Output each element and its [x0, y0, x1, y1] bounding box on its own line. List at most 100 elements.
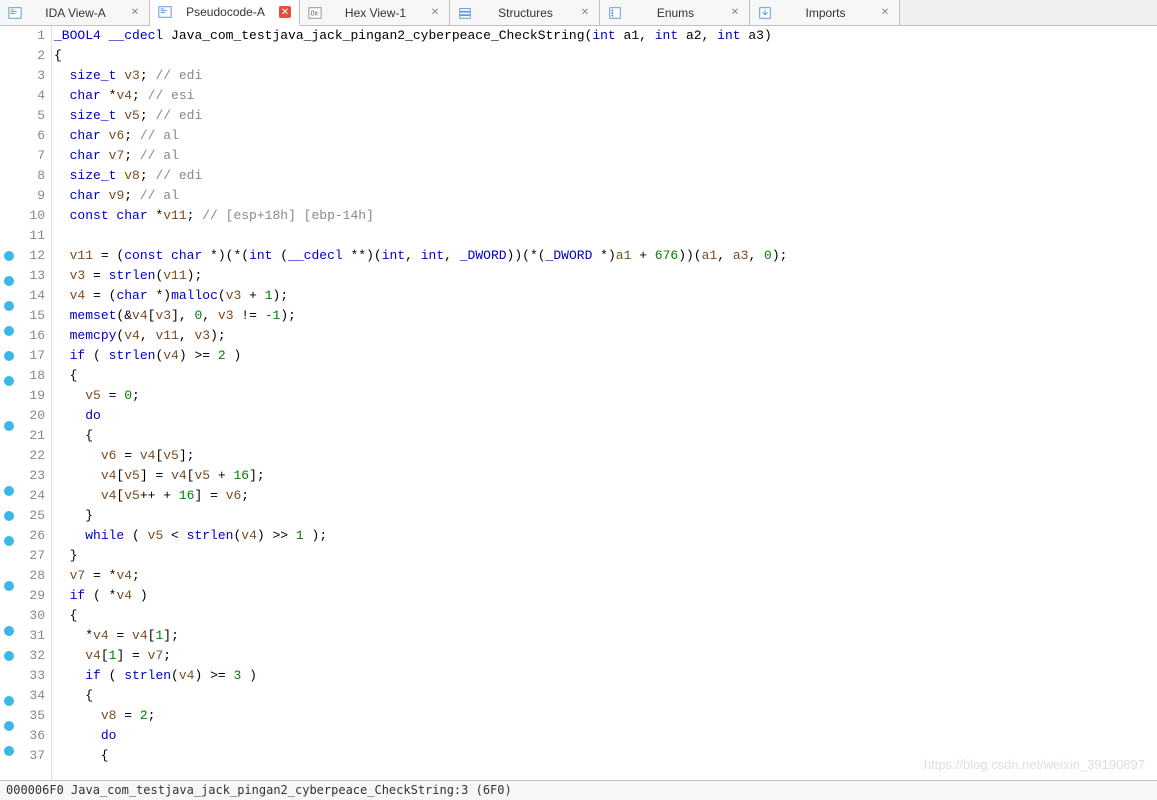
code-line[interactable]: v3 = strlen(v11); [54, 266, 1157, 286]
code-line[interactable]: char v6; // al [54, 126, 1157, 146]
tab-pseudocode-a[interactable]: Pseudocode-A✕ [150, 0, 300, 26]
code-line[interactable]: memcpy(v4, v11, v3); [54, 326, 1157, 346]
breakpoint-slot[interactable] [0, 46, 18, 66]
breakpoint-column[interactable] [0, 26, 18, 780]
code-line[interactable]: if ( strlen(v4) >= 3 ) [54, 666, 1157, 686]
breakpoint-slot[interactable] [0, 66, 18, 86]
code-line[interactable]: v8 = 2; [54, 706, 1157, 726]
tab-structures[interactable]: Structures✕ [450, 0, 600, 25]
code-line[interactable]: { [54, 46, 1157, 66]
code-area[interactable]: _BOOL4 __cdecl Java_com_testjava_jack_pi… [52, 26, 1157, 780]
breakpoint-dot-icon[interactable] [4, 511, 14, 521]
breakpoint-slot[interactable] [0, 396, 18, 416]
breakpoint-dot-icon[interactable] [4, 721, 14, 731]
breakpoint-slot[interactable] [0, 376, 18, 396]
breakpoint-slot[interactable] [0, 251, 18, 271]
breakpoint-slot[interactable] [0, 746, 18, 766]
code-line[interactable]: char *v4; // esi [54, 86, 1157, 106]
tab-hex-view-1[interactable]: 0xHex View-1✕ [300, 0, 450, 25]
breakpoint-slot[interactable] [0, 626, 18, 646]
breakpoint-slot[interactable] [0, 206, 18, 226]
breakpoint-slot[interactable] [0, 696, 18, 716]
code-line[interactable]: { [54, 426, 1157, 446]
code-line[interactable]: const char *v11; // [esp+18h] [ebp-14h] [54, 206, 1157, 226]
breakpoint-dot-icon[interactable] [4, 486, 14, 496]
breakpoint-dot-icon[interactable] [4, 301, 14, 311]
breakpoint-slot[interactable] [0, 301, 18, 321]
code-line[interactable] [54, 226, 1157, 246]
close-icon[interactable]: ✕ [429, 7, 441, 19]
close-icon[interactable]: ✕ [729, 7, 741, 19]
code-line[interactable]: { [54, 746, 1157, 766]
breakpoint-dot-icon[interactable] [4, 276, 14, 286]
code-line[interactable]: while ( v5 < strlen(v4) >> 1 ); [54, 526, 1157, 546]
breakpoint-slot[interactable] [0, 351, 18, 371]
code-line[interactable]: memset(&v4[v3], 0, v3 != -1); [54, 306, 1157, 326]
code-line[interactable]: v5 = 0; [54, 386, 1157, 406]
breakpoint-slot[interactable] [0, 86, 18, 106]
tab-enums[interactable]: Enums✕ [600, 0, 750, 25]
breakpoint-slot[interactable] [0, 441, 18, 461]
breakpoint-slot[interactable] [0, 601, 18, 621]
code-line[interactable]: { [54, 366, 1157, 386]
code-line[interactable]: size_t v3; // edi [54, 66, 1157, 86]
code-line[interactable]: size_t v8; // edi [54, 166, 1157, 186]
code-line[interactable]: v4 = (char *)malloc(v3 + 1); [54, 286, 1157, 306]
breakpoint-slot[interactable] [0, 651, 18, 671]
breakpoint-dot-icon[interactable] [4, 696, 14, 706]
code-line[interactable]: v4[v5] = v4[v5 + 16]; [54, 466, 1157, 486]
breakpoint-dot-icon[interactable] [4, 376, 14, 386]
breakpoint-dot-icon[interactable] [4, 581, 14, 591]
breakpoint-slot[interactable] [0, 766, 18, 780]
code-line[interactable]: size_t v5; // edi [54, 106, 1157, 126]
breakpoint-slot[interactable] [0, 146, 18, 166]
code-line[interactable]: if ( *v4 ) [54, 586, 1157, 606]
breakpoint-slot[interactable] [0, 421, 18, 441]
breakpoint-slot[interactable] [0, 721, 18, 741]
code-line[interactable]: do [54, 406, 1157, 426]
breakpoint-dot-icon[interactable] [4, 251, 14, 261]
breakpoint-dot-icon[interactable] [4, 746, 14, 756]
breakpoint-slot[interactable] [0, 186, 18, 206]
breakpoint-slot[interactable] [0, 106, 18, 126]
breakpoint-slot[interactable] [0, 326, 18, 346]
breakpoint-slot[interactable] [0, 511, 18, 531]
breakpoint-dot-icon[interactable] [4, 651, 14, 661]
code-line[interactable]: v7 = *v4; [54, 566, 1157, 586]
breakpoint-slot[interactable] [0, 536, 18, 556]
breakpoint-dot-icon[interactable] [4, 626, 14, 636]
tab-imports[interactable]: Imports✕ [750, 0, 900, 25]
breakpoint-slot[interactable] [0, 126, 18, 146]
breakpoint-slot[interactable] [0, 26, 18, 46]
breakpoint-slot[interactable] [0, 276, 18, 296]
breakpoint-slot[interactable] [0, 226, 18, 246]
code-line[interactable]: _BOOL4 __cdecl Java_com_testjava_jack_pi… [54, 26, 1157, 46]
code-line[interactable]: { [54, 686, 1157, 706]
close-icon[interactable]: ✕ [879, 7, 891, 19]
breakpoint-dot-icon[interactable] [4, 326, 14, 336]
code-line[interactable]: v6 = v4[v5]; [54, 446, 1157, 466]
tab-ida-view-a[interactable]: IDA View-A✕ [0, 0, 150, 25]
close-icon[interactable]: ✕ [579, 7, 591, 19]
breakpoint-dot-icon[interactable] [4, 536, 14, 546]
code-editor[interactable]: 1234567891011121314151617181920212223242… [0, 26, 1157, 780]
code-line[interactable]: { [54, 606, 1157, 626]
breakpoint-dot-icon[interactable] [4, 351, 14, 361]
close-icon[interactable]: ✕ [129, 7, 141, 19]
code-line[interactable]: *v4 = v4[1]; [54, 626, 1157, 646]
breakpoint-slot[interactable] [0, 486, 18, 506]
code-line[interactable]: do [54, 726, 1157, 746]
code-line[interactable]: } [54, 546, 1157, 566]
code-line[interactable]: v4[v5++ + 16] = v6; [54, 486, 1157, 506]
code-line[interactable]: char v7; // al [54, 146, 1157, 166]
breakpoint-slot[interactable] [0, 671, 18, 691]
breakpoint-slot[interactable] [0, 461, 18, 481]
breakpoint-slot[interactable] [0, 581, 18, 601]
code-line[interactable]: if ( strlen(v4) >= 2 ) [54, 346, 1157, 366]
breakpoint-dot-icon[interactable] [4, 421, 14, 431]
code-line[interactable]: char v9; // al [54, 186, 1157, 206]
code-line[interactable]: v11 = (const char *)(*(int (__cdecl **)(… [54, 246, 1157, 266]
close-icon[interactable]: ✕ [279, 6, 291, 18]
breakpoint-slot[interactable] [0, 166, 18, 186]
code-line[interactable]: } [54, 506, 1157, 526]
